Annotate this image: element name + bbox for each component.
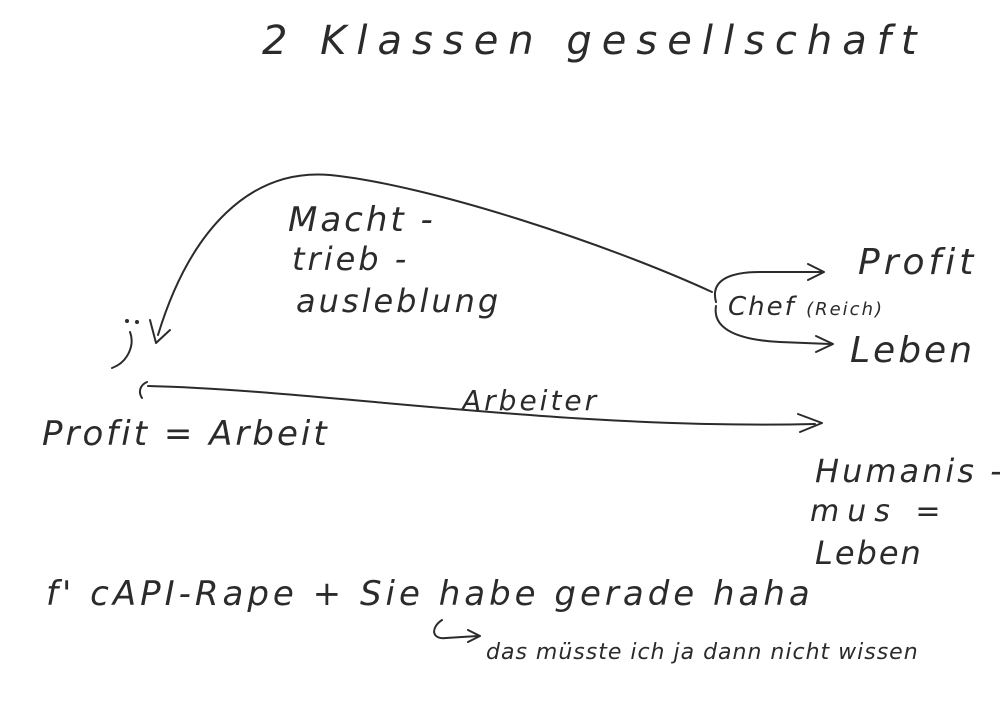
chef-node: Chef (Reich)	[728, 292, 884, 322]
right-bottom-line-2: mus =	[810, 494, 949, 529]
bottom-note-line-1: f' cAPI-Rape + Sie habe gerade haha	[46, 574, 814, 614]
chef-sublabel: (Reich)	[806, 299, 884, 320]
whiteboard-canvas: 2 Klassen gesellschaft Macht - trieb - a…	[0, 0, 1000, 707]
upper-arrow-label-line-2: trieb -	[292, 240, 410, 278]
lower-arrowhead	[797, 413, 823, 433]
bottom-note-line-2: das müsste ich ja dann nicht wissen	[486, 640, 919, 665]
upper-arrow-label-line-1: Macht -	[288, 200, 436, 240]
right-bottom-line-1: Humanis -	[815, 452, 1000, 490]
page-title: 2 Klassen gesellschaft	[262, 18, 927, 64]
chef-output-profit: Profit	[858, 242, 978, 283]
chef-label: Chef	[728, 292, 796, 322]
upper-arrow-label-line-3: ausleblung	[296, 282, 502, 320]
person-figure	[111, 319, 148, 399]
chef-output-leben: Leben	[850, 330, 976, 371]
lower-arrow-label: Arbeiter	[462, 384, 600, 417]
left-node-label: Profit = Arbeit	[42, 414, 330, 454]
right-bottom-line-3: Leben	[815, 534, 923, 572]
note-hook-arrow	[433, 619, 479, 640]
